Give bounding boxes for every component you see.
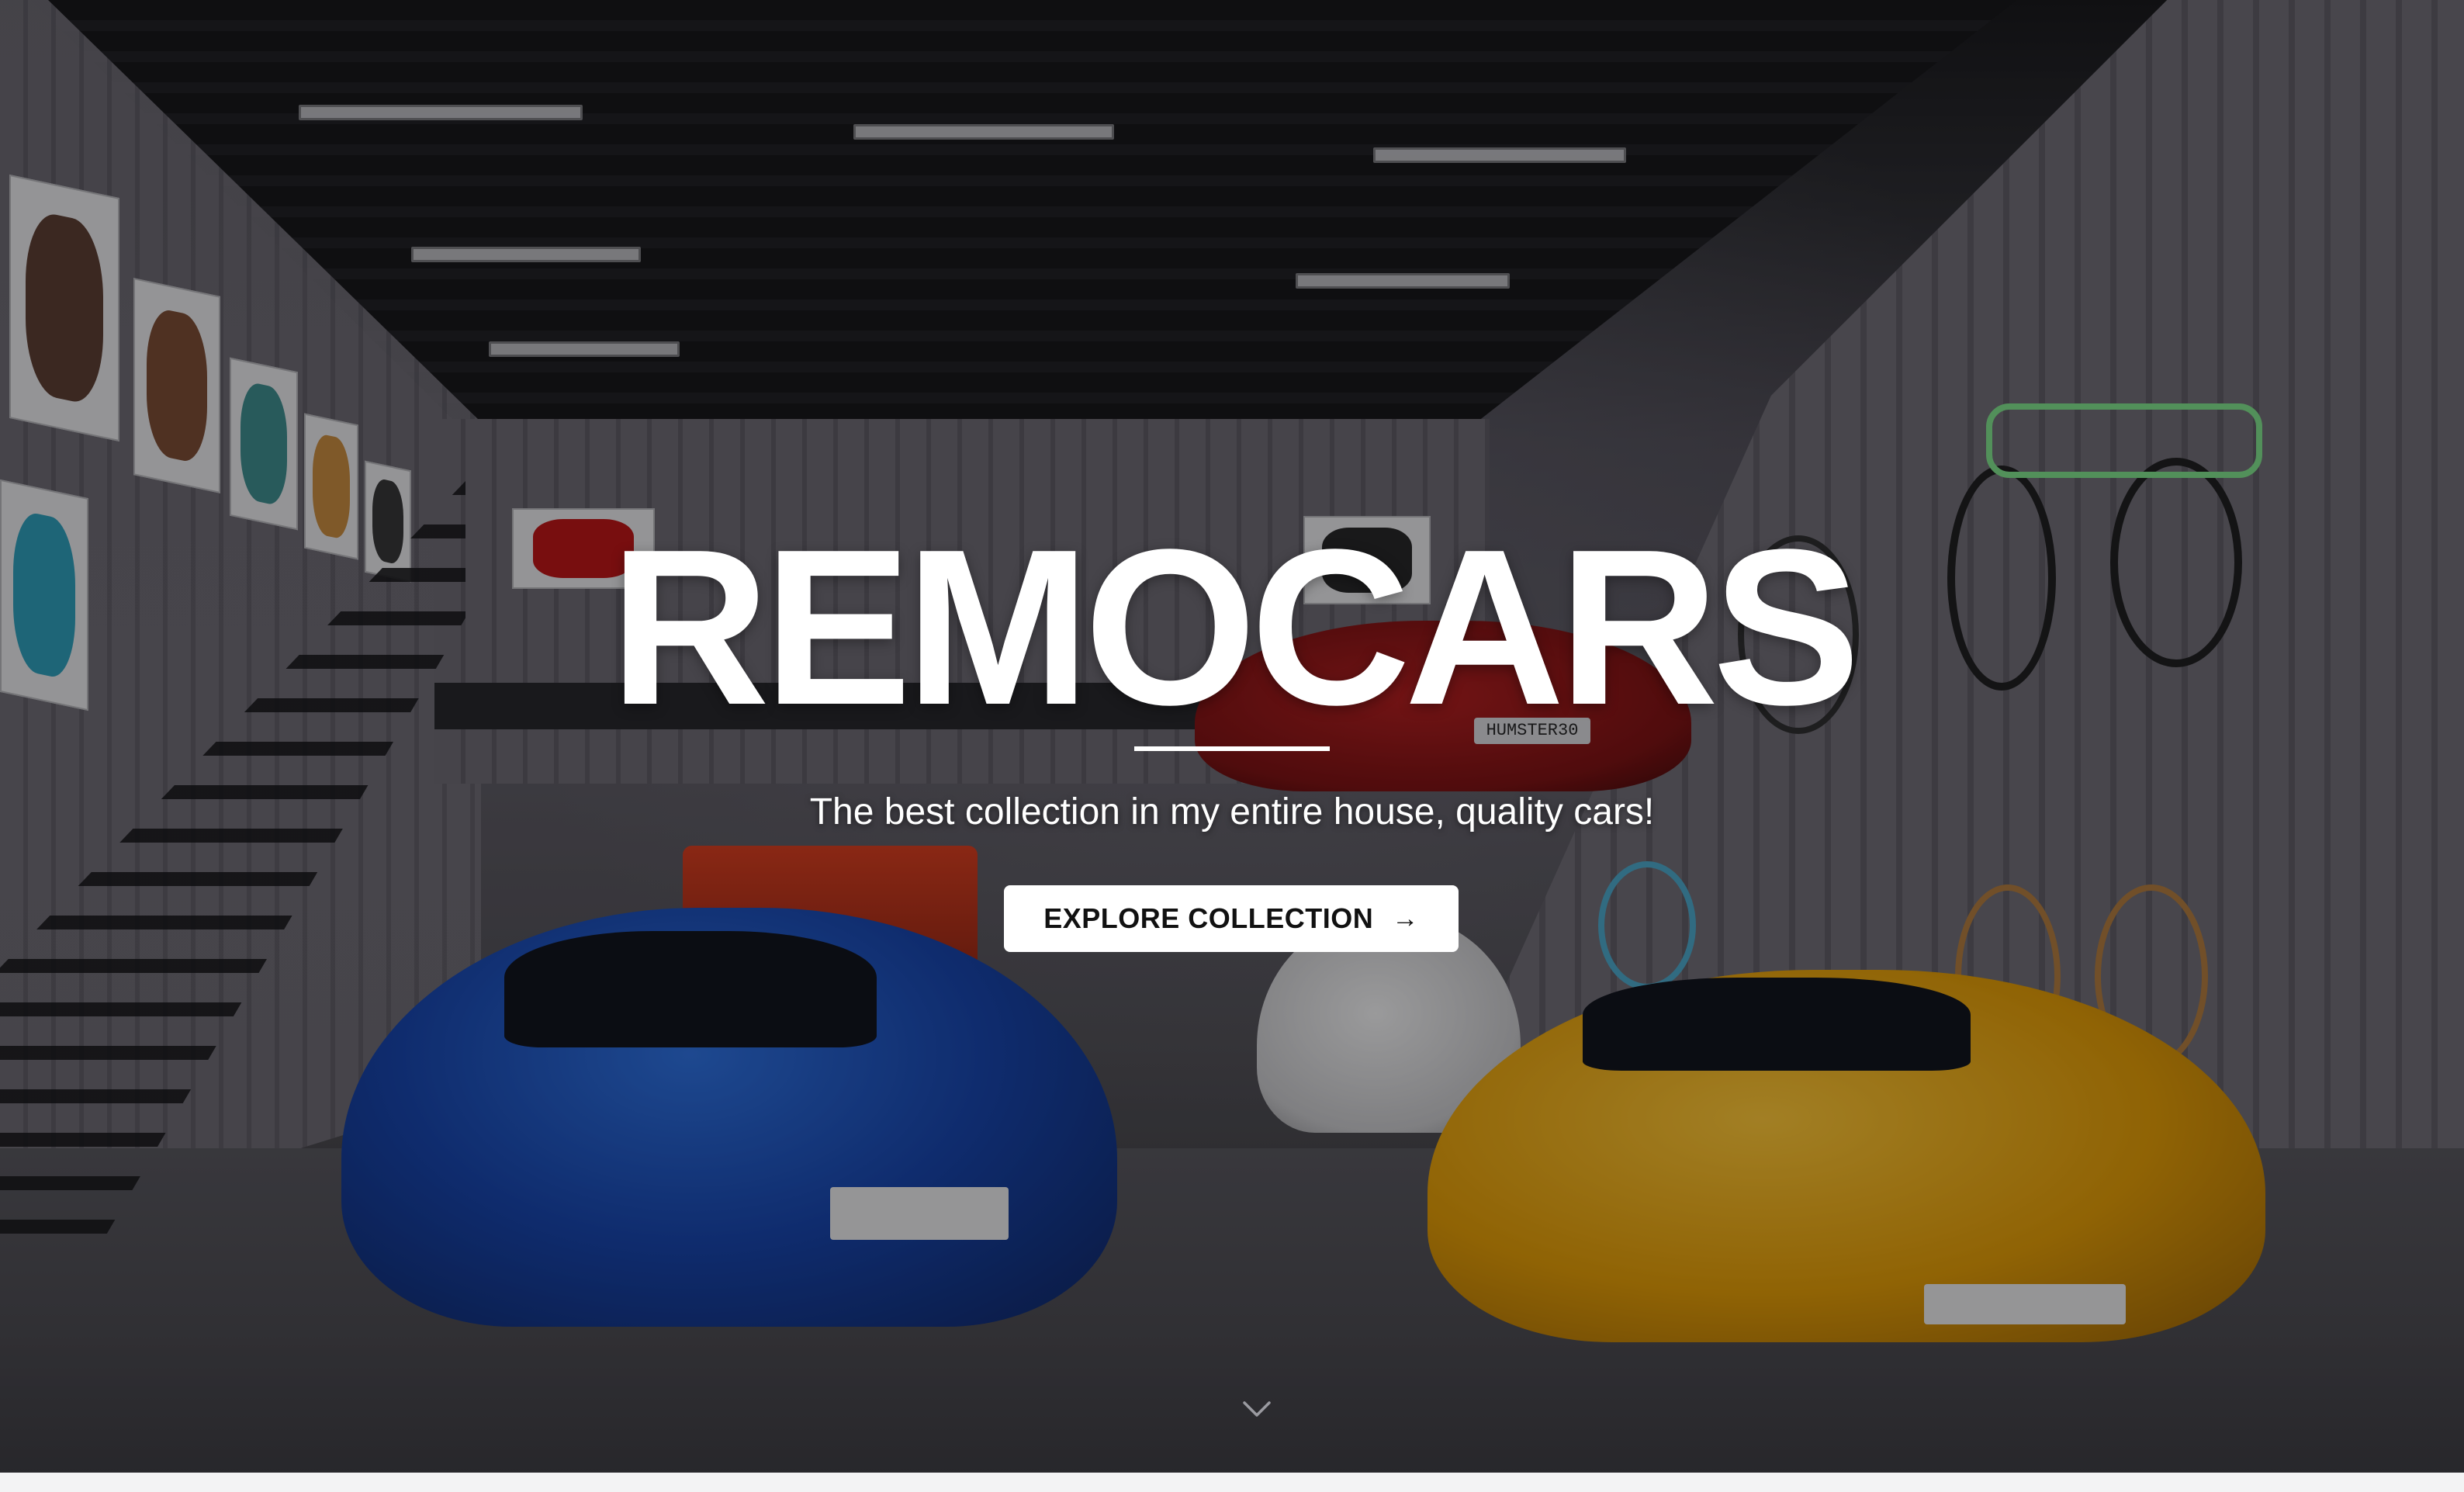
brand-title: REMOCARS [609,503,1860,751]
explore-collection-label: EXPLORE COLLECTION [1043,902,1374,934]
hero-section: HUMSTER30 REMOCARS The best collection i… [0,0,2464,1473]
arrow-right-icon: → [1392,903,1419,933]
title-divider [1134,746,1330,751]
scroll-down-button[interactable] [1240,1392,1274,1426]
page-bottom-strip [0,1473,2464,1492]
explore-collection-button[interactable]: EXPLORE COLLECTION → [1004,885,1459,952]
chevron-down-icon [1243,1401,1271,1417]
hero-tagline: The best collection in my entire house, … [809,791,1655,833]
